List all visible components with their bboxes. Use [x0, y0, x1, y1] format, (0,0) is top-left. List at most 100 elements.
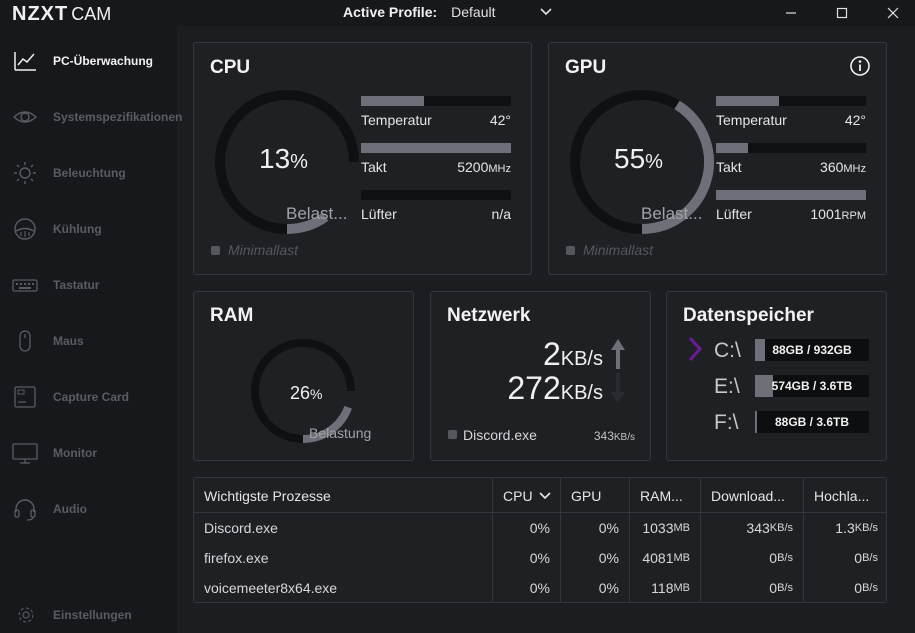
- sidebar-item-lighting[interactable]: Beleuchtung: [0, 153, 177, 193]
- ram-load-number: 26: [290, 383, 311, 403]
- active-profile-selector[interactable]: Active Profile: Default: [343, 4, 553, 20]
- maximize-button[interactable]: [831, 2, 853, 24]
- column-header-gpu[interactable]: GPU: [560, 478, 629, 513]
- drive-e-label[interactable]: E:\: [714, 375, 740, 399]
- line-chart-icon: [14, 52, 36, 71]
- sidebar-item-capture-card[interactable]: Capture Card: [0, 377, 177, 417]
- ram-load-value: 26%: [290, 383, 322, 404]
- process-upload-value: 0: [854, 550, 863, 566]
- drive-f-label[interactable]: F:\: [714, 411, 739, 435]
- sort-chevron-down-icon: [538, 491, 551, 499]
- process-download-value: 0: [769, 580, 778, 596]
- capture-card-icon: [14, 386, 36, 408]
- table-row[interactable]: voicemeeter8x64.exe 0% 0% 118 MB 0 B/s 0 B/…: [194, 573, 886, 602]
- logo-nzxt: NZXT: [12, 3, 69, 25]
- gpu-fan-label: Lüfter: [716, 206, 752, 222]
- sidebar-item-label: Einstellungen: [53, 608, 132, 622]
- top-process-indicator: [448, 430, 457, 439]
- process-gpu: 0%: [560, 513, 629, 543]
- close-icon: [887, 7, 899, 19]
- minimize-icon: [786, 12, 796, 14]
- process-name: Discord.exe: [204, 520, 278, 536]
- sidebar-item-settings[interactable]: Einstellungen: [0, 595, 177, 633]
- sidebar-item-cooling[interactable]: Kühlung: [0, 209, 177, 249]
- drive-c-usage: 88GB / 932GB: [772, 343, 852, 357]
- column-header-cpu[interactable]: CPU: [492, 478, 560, 513]
- headset-icon: [14, 499, 36, 521]
- cpu-load-label: Belast...: [286, 204, 348, 223]
- chevron-down-icon[interactable]: [539, 5, 553, 19]
- sidebar-item-mouse[interactable]: Maus: [0, 321, 177, 361]
- gpu-load-label: Belast...: [641, 204, 703, 223]
- sidebar-item-label: Maus: [53, 334, 84, 348]
- cpu-temp-bar: [361, 96, 511, 106]
- monitor-icon: [12, 443, 38, 464]
- cpu-title: CPU: [210, 57, 251, 78]
- storage-card: Datenspeicher C:\ 88GB / 932GB E:\ 574GB…: [666, 291, 887, 461]
- drive-f-usage: 88GB / 3.6TB: [774, 415, 850, 429]
- close-button[interactable]: [882, 2, 904, 24]
- maximize-icon: [836, 7, 848, 19]
- active-profile-value[interactable]: Default: [451, 4, 539, 20]
- table-row[interactable]: Discord.exe 0% 0% 1033 MB 343 KB/s 1.3 KB/s: [194, 513, 886, 543]
- gpu-minimal-load: Minimallast: [566, 242, 653, 258]
- cpu-load-value: 13%: [259, 143, 308, 175]
- table-row[interactable]: firefox.exe 0% 0% 4081 MB 0 B/s 0 B/s: [194, 543, 886, 573]
- cpu-clock-bar: [361, 143, 511, 153]
- process-upload: 1.3 KB/s: [803, 513, 886, 543]
- gpu-temp-value: 42°: [756, 112, 866, 128]
- cpu-temp-value: 42°: [401, 112, 511, 128]
- process-download: 343 KB/s: [700, 513, 803, 543]
- info-icon[interactable]: [849, 55, 871, 77]
- drive-e-bar[interactable]: 574GB / 3.6TB: [755, 375, 869, 397]
- drive-f-bar[interactable]: 88GB / 3.6TB: [755, 411, 869, 433]
- sidebar-item-label: Capture Card: [53, 390, 130, 404]
- minimal-load-indicator: [211, 245, 220, 255]
- network-top-process-rate: 343KB/s: [551, 429, 635, 443]
- drive-c-bar[interactable]: 88GB / 932GB: [755, 339, 869, 361]
- network-card: Netzwerk 2KB/s 272KB/s Discord.exe 343KB…: [430, 291, 651, 461]
- sidebar-item-label: Monitor: [53, 446, 97, 460]
- keyboard-icon: [12, 279, 38, 292]
- sidebar-item-monitor[interactable]: Monitor: [0, 433, 177, 473]
- column-header-ram[interactable]: RAM...: [629, 478, 700, 513]
- process-ram-value: 1033: [642, 520, 674, 536]
- process-ram-value: 118: [651, 580, 674, 596]
- process-cpu: 0%: [492, 543, 560, 573]
- gpu-clock-number: 360: [820, 159, 844, 175]
- gpu-fan-number: 1001: [810, 206, 842, 222]
- column-header-download[interactable]: Download...: [700, 478, 803, 513]
- gpu-fan-unit: RPM: [841, 210, 866, 222]
- mouse-icon: [19, 330, 31, 352]
- sidebar-item-audio[interactable]: Audio: [0, 489, 177, 529]
- column-header-cpu-label: CPU: [503, 487, 533, 504]
- network-download-rate: 272KB/s: [433, 370, 603, 407]
- process-ram: 4081 MB: [629, 543, 700, 573]
- title-bar: NZXT CAM Active Profile: Default: [0, 0, 915, 26]
- download-arrow-icon: [611, 373, 625, 403]
- sidebar-item-label: PC-Überwachung: [53, 54, 154, 68]
- cpu-temp-fill: [361, 96, 424, 106]
- process-ram-unit: MB: [673, 582, 691, 594]
- selected-drive-chevron-icon: [688, 336, 703, 362]
- cooler-icon: [14, 218, 36, 240]
- gpu-fan-fill: [716, 190, 866, 200]
- sidebar-item-label: Beleuchtung: [53, 166, 126, 180]
- sidebar-item-pc-monitoring[interactable]: PC-Überwachung: [0, 41, 177, 81]
- process-upload-unit: B/s: [862, 582, 878, 594]
- upload-arrow-icon: [611, 339, 625, 369]
- process-download-value: 0: [769, 550, 778, 566]
- process-table: Wichtigste Prozesse CPU GPU RAM... Downl…: [193, 477, 887, 603]
- sidebar-item-keyboard[interactable]: Tastatur: [0, 265, 177, 305]
- cpu-minimal-label: Minimallast: [228, 242, 299, 258]
- sidebar-item-system-specs[interactable]: Systemspezifikationen: [0, 97, 182, 137]
- sidebar-item-label: Audio: [53, 502, 87, 516]
- process-gpu: 0%: [560, 573, 629, 602]
- minimize-button[interactable]: [780, 2, 802, 24]
- column-header-process[interactable]: Wichtigste Prozesse: [194, 478, 492, 513]
- cpu-fan-bar: [361, 190, 511, 200]
- upload-unit: KB/s: [560, 348, 603, 370]
- cpu-load-number: 13: [259, 143, 291, 174]
- drive-c-label[interactable]: C:\: [714, 339, 741, 363]
- column-header-upload[interactable]: Hochla...: [803, 478, 886, 513]
